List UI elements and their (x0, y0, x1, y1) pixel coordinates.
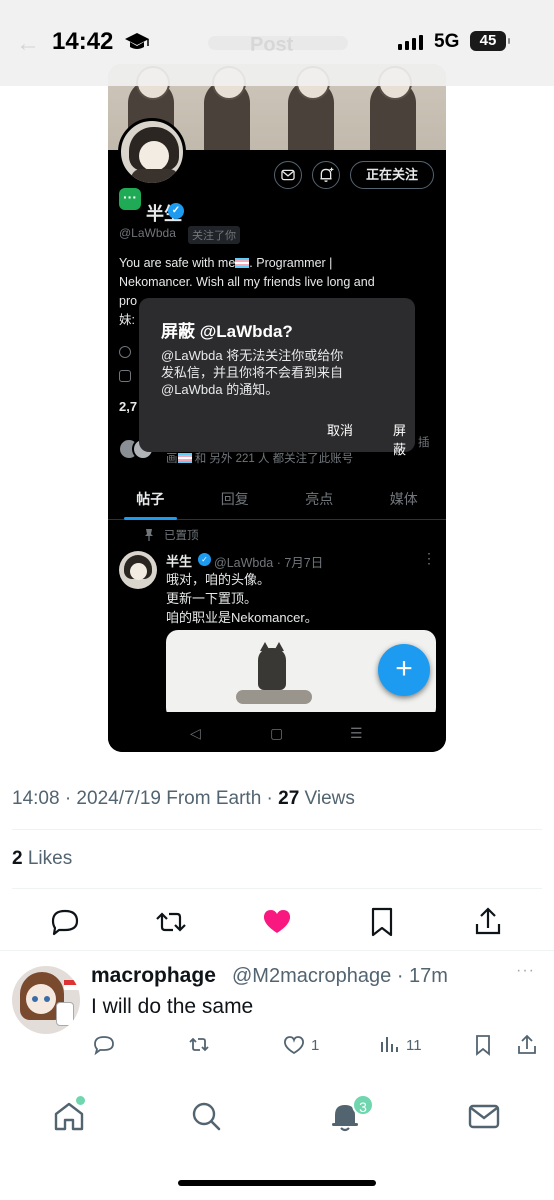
notify-bell-icon[interactable] (312, 161, 340, 189)
status-time: 14:42 (52, 28, 114, 55)
like-filled-icon[interactable] (257, 902, 297, 942)
dialog-title: 屏蔽 @LaWbda? (161, 322, 293, 341)
message-icon[interactable] (274, 161, 302, 189)
cat-illustration (258, 642, 286, 690)
views-count: 27 (278, 788, 300, 809)
likes-summary[interactable]: 2 Likes (12, 848, 72, 870)
tab-media[interactable]: 媒体 (362, 480, 447, 519)
tab-highlights[interactable]: 亮点 (277, 480, 362, 519)
nav-back-icon[interactable]: ◁ (190, 725, 201, 742)
link-icon (119, 346, 131, 358)
tweet-text: 哦对，咱的头像。 更新一下置顶。 咱的职业是Nekomancer。 (166, 572, 318, 625)
follows-you-badge: 关注了你 (188, 226, 240, 244)
reply-icon[interactable] (45, 902, 85, 942)
tweet-handle-date: @LaWbda · 7月7日 (214, 556, 324, 570)
tab-posts[interactable]: 帖子 (108, 480, 193, 520)
compose-button[interactable]: + (378, 644, 430, 696)
home-unread-dot (76, 1096, 85, 1105)
reply-author-name[interactable]: macrophage (91, 964, 216, 988)
home-indicator[interactable] (178, 1180, 376, 1186)
bookmark-icon[interactable] (362, 902, 402, 942)
like-icon[interactable] (281, 1032, 307, 1058)
graduation-cap-icon (125, 33, 149, 49)
tweet-meta: 14:08 · 2024/7/19 From Earth · 27 Views (12, 788, 355, 809)
reply-text: I will do the same (91, 995, 254, 1018)
bookmark-icon[interactable] (470, 1032, 496, 1058)
reply-views-count: 11 (406, 1037, 422, 1054)
chat-bubble-icon: ··· (119, 188, 141, 210)
block-button[interactable]: 屏蔽 (393, 420, 415, 458)
profile-tabs: 帖子 回复 亮点 媒体 (108, 480, 446, 520)
status-bar: ← 14:42 Post 5G 45 (0, 0, 554, 86)
dialog-body: @LaWbda 将无法关注你或给你 发私信，并且你将不会看到来自 @LaWbda… (161, 348, 344, 397)
pinned-label: 已置顶 (164, 530, 199, 542)
tweet-avatar[interactable] (119, 551, 157, 589)
calendar-icon (119, 370, 131, 382)
profile-handle: @LaWbda (119, 226, 176, 240)
cancel-button[interactable]: 取消 (327, 420, 353, 439)
views-icon[interactable] (376, 1032, 402, 1058)
messages-icon[interactable] (466, 1098, 502, 1134)
trans-flag-icon (177, 453, 192, 463)
network-type: 5G (434, 31, 460, 52)
verified-badge-icon: ✓ (168, 203, 184, 219)
trans-flag-icon (235, 258, 250, 268)
search-icon[interactable] (188, 1098, 224, 1134)
cat-pedestal (236, 690, 312, 704)
dynamic-island (208, 36, 348, 50)
nav-recents-icon[interactable]: ☰ (350, 725, 363, 742)
embedded-screenshot[interactable]: ··· 正在关注 半生 ✓ @LaWbda 关注了你 You are safe … (108, 64, 446, 752)
divider (12, 888, 542, 889)
likes-count: 2 (12, 848, 23, 869)
reply-handle-time: @M2macrophage · 17m (232, 965, 448, 987)
followed-by-tail: 插 (418, 437, 430, 449)
notifications-badge: 3 (352, 1094, 374, 1116)
divider (12, 829, 542, 830)
reply-avatar[interactable] (12, 966, 80, 1034)
following-button[interactable]: 正在关注 (350, 161, 434, 189)
tweet-actions (0, 902, 554, 942)
divider (0, 950, 554, 951)
reply-icon[interactable] (91, 1032, 117, 1058)
back-arrow-icon[interactable]: ← (16, 30, 40, 58)
nav-home-icon[interactable]: ▢ (270, 725, 283, 742)
pin-icon (145, 529, 153, 541)
followed-by-text: 画 和 另外 221 人 都关注了此账号 (166, 453, 354, 465)
reply-actions: 1 11 (0, 1032, 554, 1060)
share-icon[interactable] (514, 1032, 540, 1058)
repost-icon[interactable] (186, 1032, 212, 1058)
more-icon[interactable]: ⋮ (422, 550, 436, 567)
signal-icon (398, 34, 423, 50)
following-count-partial: 2,7 (119, 399, 138, 414)
profile-avatar (118, 118, 186, 186)
verified-badge-icon: ✓ (198, 553, 211, 566)
battery-icon: 45 (470, 31, 510, 51)
block-dialog: 屏蔽 @LaWbda? @LaWbda 将无法关注你或给你 发私信，并且你将不会… (139, 298, 415, 457)
tab-replies[interactable]: 回复 (193, 480, 278, 519)
android-nav-bar: ◁ ▢ ☰ (108, 712, 446, 752)
more-icon[interactable]: ··· (516, 962, 535, 980)
tweet-author-name[interactable]: 半生 (166, 551, 192, 570)
share-icon[interactable] (468, 902, 508, 942)
repost-icon[interactable] (151, 902, 191, 942)
reply-like-count: 1 (311, 1037, 320, 1054)
